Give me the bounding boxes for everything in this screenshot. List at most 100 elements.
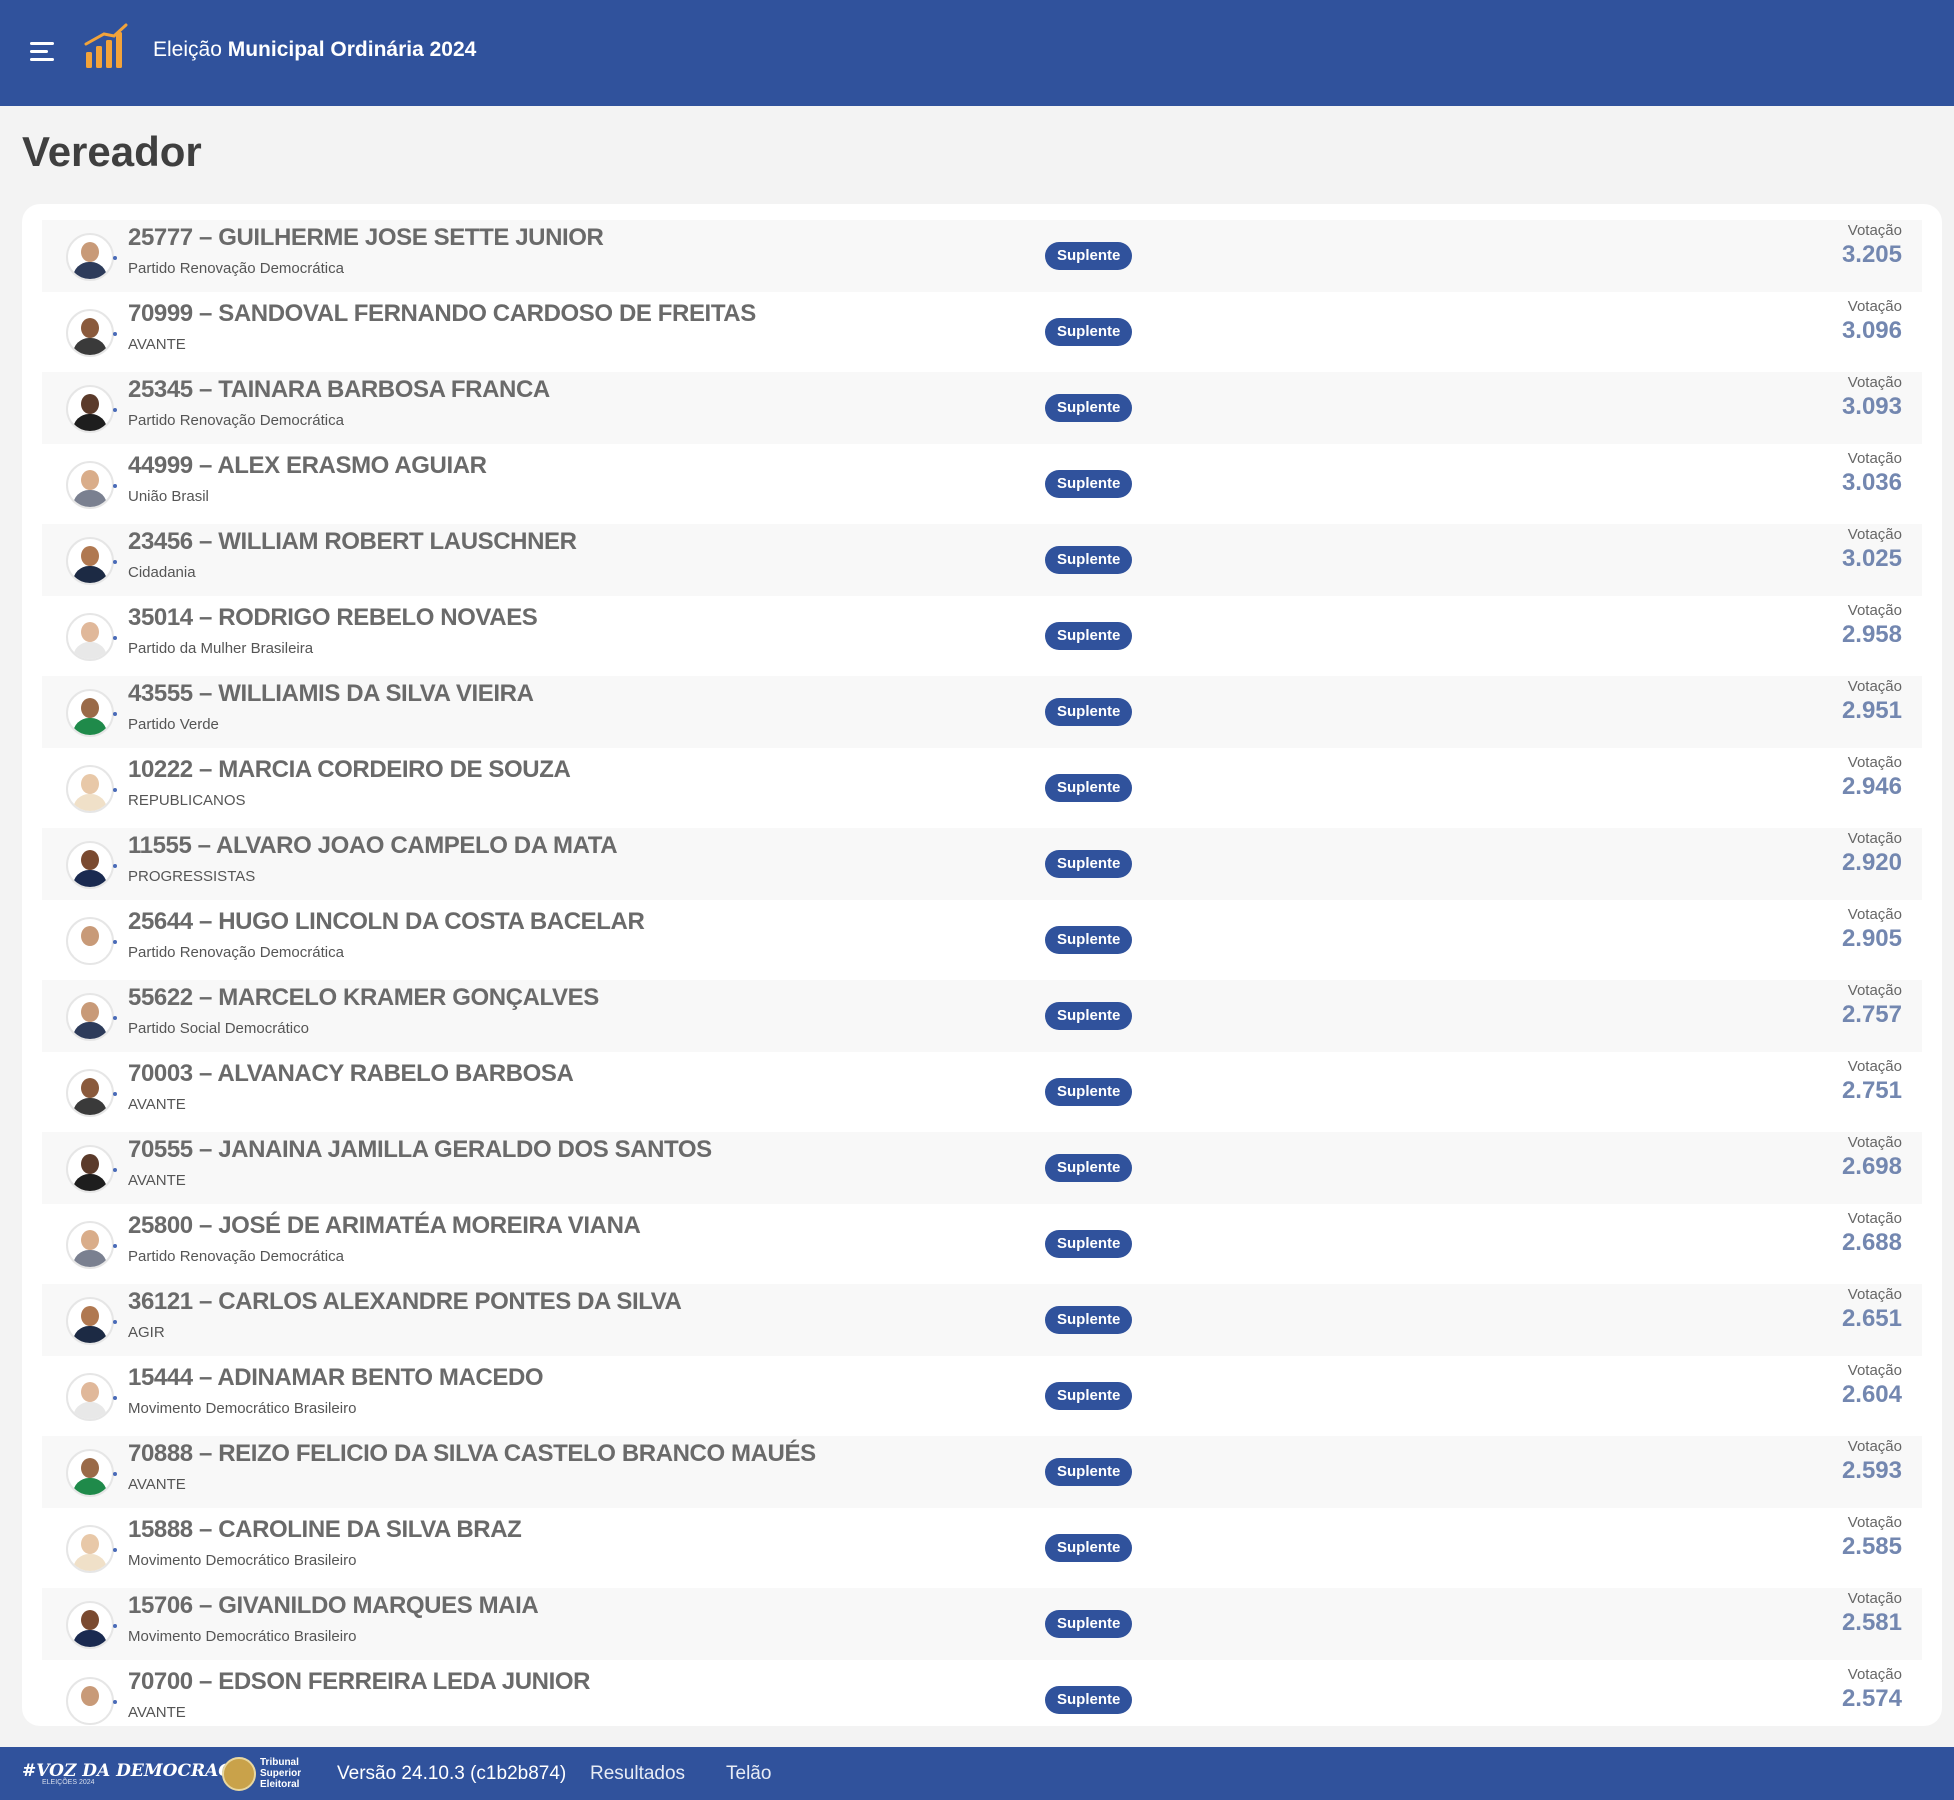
votes-label: Votação [1847,450,1902,467]
candidate-name: 25800 – JOSÉ DE ARIMATÉA MOREIRA VIANA [128,1212,641,1239]
status-dot [113,1472,117,1476]
hamburger-menu-icon[interactable] [30,42,56,62]
candidate-party: Partido Renovação Democrática [128,412,344,429]
candidate-row[interactable]: 70700 – EDSON FERREIRA LEDA JUNIOR AVANTE… [42,1664,1922,1726]
candidate-party: Cidadania [128,564,196,581]
votes-block: Votação 2.757 [1842,982,1902,1029]
candidate-row[interactable]: 36121 – CARLOS ALEXANDRE PONTES DA SILVA… [42,1284,1922,1356]
status-badge: Suplente [1045,622,1133,650]
status-dot [113,1168,117,1172]
candidate-row[interactable]: 70555 – JANAINA JAMILLA GERALDO DOS SANT… [42,1132,1922,1204]
status-badge: Suplente [1045,546,1133,574]
candidate-list: 25777 – GUILHERME JOSE SETTE JUNIOR Parti… [22,204,1942,1726]
candidate-row[interactable]: 43555 – WILLIAMIS DA SILVA VIEIRA Partido… [42,676,1922,748]
candidate-name: 25345 – TAINARA BARBOSA FRANCA [128,376,550,403]
votes-block: Votação 2.593 [1842,1438,1902,1485]
candidate-party: Movimento Democrático Brasileiro [128,1400,357,1417]
candidate-row[interactable]: 44999 – ALEX ERASMO AGUIAR União Brasil Su… [42,448,1922,520]
votes-value: 2.651 [1841,1305,1902,1332]
status-dot [113,1396,117,1400]
votes-label: Votação [1847,298,1902,315]
votes-value: 2.581 [1841,1609,1902,1636]
votes-block: Votação 2.951 [1842,678,1902,725]
votes-value: 2.574 [1841,1685,1902,1712]
status-badge: Suplente [1045,394,1133,422]
votes-label: Votação [1847,754,1902,771]
candidate-name: 15444 – ADINAMAR BENTO MACEDO [128,1364,544,1391]
votes-block: Votação 3.093 [1842,374,1902,421]
candidate-name: 70700 – EDSON FERREIRA LEDA JUNIOR [128,1668,591,1695]
tse-name: Tribunal Superior Eleitoral [260,1757,302,1790]
candidate-photo [66,993,114,1041]
votes-block: Votação 3.025 [1842,526,1902,573]
candidate-party: Partido Renovação Democrática [128,1248,344,1265]
candidate-row[interactable]: 25800 – JOSÉ DE ARIMATÉA MOREIRA VIANA Pa… [42,1208,1922,1280]
votes-label: Votação [1847,906,1902,923]
status-badge: Suplente [1045,1306,1133,1334]
status-dot [113,332,117,336]
candidate-row[interactable]: 25644 – HUGO LINCOLN DA COSTA BACELAR Par… [42,904,1922,976]
candidate-name: 25777 – GUILHERME JOSE SETTE JUNIOR [128,224,604,251]
candidate-photo [66,1145,114,1193]
votes-block: Votação 2.581 [1842,1590,1902,1637]
status-badge: Suplente [1045,1458,1133,1486]
votes-block: Votação 2.958 [1842,602,1902,649]
status-dot [113,636,117,640]
candidate-row[interactable]: 25345 – TAINARA BARBOSA FRANCA Partido Re… [42,372,1922,444]
votes-value: 2.951 [1841,697,1902,724]
votes-value: 3.036 [1841,469,1902,496]
candidate-row[interactable]: 10222 – MARCIA CORDEIRO DE SOUZA REPUBLIC… [42,752,1922,824]
status-badge: Suplente [1045,1154,1133,1182]
candidate-row[interactable]: 15706 – GIVANILDO MARQUES MAIA Movimento … [42,1588,1922,1660]
votes-value: 3.205 [1841,241,1902,268]
candidate-row[interactable]: 15888 – CAROLINE DA SILVA BRAZ Movimento … [42,1512,1922,1584]
candidate-row[interactable]: 25777 – GUILHERME JOSE SETTE JUNIOR Parti… [42,220,1922,292]
candidate-photo [66,1297,114,1345]
votes-value: 2.751 [1841,1077,1902,1104]
candidate-row[interactable]: 70999 – SANDOVAL FERNANDO CARDOSO DE FRE… [42,296,1922,368]
status-badge: Suplente [1045,774,1133,802]
candidate-photo [66,689,114,737]
footer-bar: #VOZ DA DEMOCRACIA ELEIÇÕES 2024 Tribuna… [0,1747,1954,1800]
candidate-row[interactable]: 35014 – RODRIGO REBELO NOVAES Partido da … [42,600,1922,672]
votes-block: Votação 2.751 [1842,1058,1902,1105]
candidate-name: 23456 – WILLIAM ROBERT LAUSCHNER [128,528,577,555]
status-badge: Suplente [1045,1230,1133,1258]
status-dot [113,1548,117,1552]
votes-value: 2.905 [1841,925,1902,952]
candidate-party: União Brasil [128,488,209,505]
footer-link-telao[interactable]: Telão [726,1763,771,1785]
candidate-photo [66,537,114,585]
candidate-row[interactable]: 70003 – ALVANACY RABELO BARBOSA AVANTE Sup… [42,1056,1922,1128]
candidate-photo [66,613,114,661]
status-badge: Suplente [1045,926,1133,954]
status-badge: Suplente [1045,318,1133,346]
votes-label: Votação [1847,374,1902,391]
candidate-party: AVANTE [128,1096,186,1113]
status-badge: Suplente [1045,242,1133,270]
candidate-party: Movimento Democrático Brasileiro [128,1552,357,1569]
votes-label: Votação [1847,1666,1902,1683]
candidate-row[interactable]: 55622 – MARCELO KRAMER GONÇALVES Partido … [42,980,1922,1052]
votes-label: Votação [1847,526,1902,543]
status-dot [113,1700,117,1704]
candidate-photo [66,1069,114,1117]
votes-value: 3.096 [1841,317,1902,344]
votes-value: 3.093 [1841,393,1902,420]
app-version: Versão 24.10.3 (c1b2b874) [337,1763,567,1784]
candidate-name: 70999 – SANDOVAL FERNANDO CARDOSO DE FRE… [128,300,756,327]
candidate-row[interactable]: 15444 – ADINAMAR BENTO MACEDO Movimento D… [42,1360,1922,1432]
candidate-name: 15888 – CAROLINE DA SILVA BRAZ [128,1516,522,1543]
candidate-row[interactable]: 23456 – WILLIAM ROBERT LAUSCHNER Cidadani… [42,524,1922,596]
candidate-party: AVANTE [128,1172,186,1189]
candidate-photo [66,233,114,281]
status-badge: Suplente [1045,1686,1133,1714]
candidate-photo [66,1525,114,1573]
votes-label: Votação [1847,1286,1902,1303]
status-badge: Suplente [1045,1382,1133,1410]
footer-link-resultados[interactable]: Resultados [590,1763,685,1785]
status-dot [113,940,117,944]
status-dot [113,256,117,260]
candidate-row[interactable]: 11555 – ALVARO JOAO CAMPELO DA MATA PROGR… [42,828,1922,900]
candidate-row[interactable]: 70888 – REIZO FELICIO DA SILVA CASTELO B… [42,1436,1922,1508]
